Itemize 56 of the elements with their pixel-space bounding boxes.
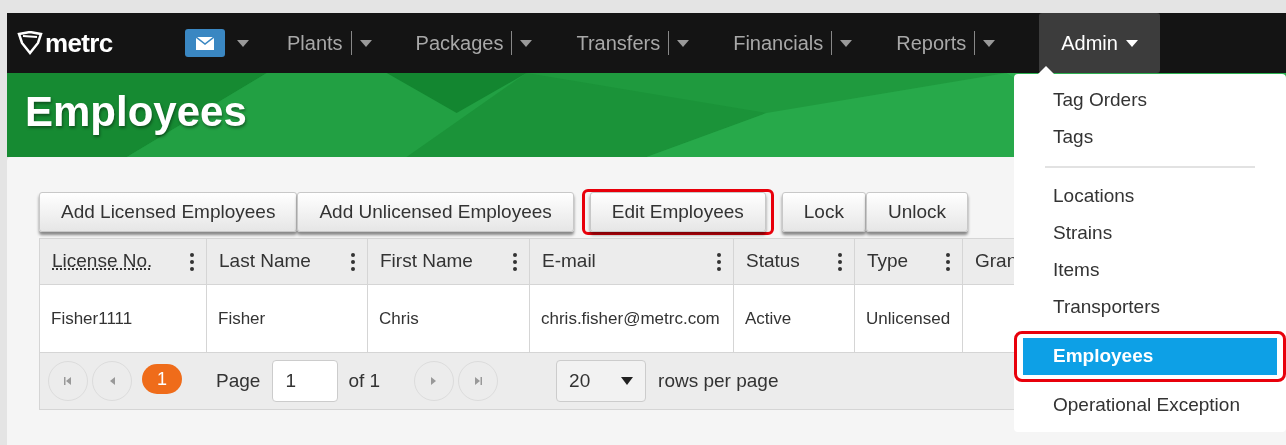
table-cell-text: Chris [379,307,419,330]
column-header[interactable]: E-mail [530,239,734,284]
dropdown-arrow-icon [621,377,634,385]
messages-button[interactable] [185,29,225,57]
caret-icon [983,39,996,47]
envelope-icon [196,36,214,50]
nav-menu[interactable]: Reports [896,31,976,55]
first-page-icon [63,376,73,386]
toolbar-button[interactable]: Edit Employees [589,192,766,232]
nav-menu[interactable]: Admin [1039,13,1160,73]
page-size-label: rows per page [658,368,779,393]
table-cell-text: Fisher [218,307,266,330]
nav-menu[interactable]: Plants [287,31,352,55]
toolbar-button[interactable]: Add Unlicensed Employees [297,192,574,232]
column-menu-icon[interactable] [513,252,517,271]
last-page-icon [473,376,484,386]
column-menu-icon[interactable] [717,252,721,271]
column-header[interactable]: Type [855,239,963,284]
caret-icon [677,39,690,47]
toolbar-button[interactable]: Add Licensed Employees [39,192,298,232]
column-header[interactable]: Last Name [207,239,368,284]
menu-item[interactable]: Strains [1023,215,1277,252]
column-menu-icon[interactable] [838,252,842,271]
page-size-select[interactable]: 20 [556,360,647,402]
caret-icon [359,39,372,47]
table-cell-text: Fisher1111 [51,307,133,330]
nav-menu[interactable]: Packages [415,31,513,55]
page-label: Page [216,368,261,393]
page-title: Employees [24,87,247,137]
column-header[interactable]: First Name [368,239,530,284]
column-menu-icon[interactable] [946,252,950,271]
toolbar-button[interactable]: Unlock [865,192,968,232]
nav-menu[interactable]: Financials [733,31,833,55]
menu-item[interactable]: Transporters [1023,289,1277,326]
column-header[interactable]: License No. [40,239,207,284]
table-cell-text: Active [745,307,792,330]
caret-icon [1125,39,1138,47]
menu-item[interactable]: Tag Orders [1023,82,1277,119]
logo-text: metrc [45,26,113,60]
logo-icon [17,31,43,55]
caret-icon [840,39,853,47]
menu-item[interactable]: Items [1023,252,1277,289]
caret-icon [237,39,249,47]
nav-menu[interactable]: Transfers [576,31,670,55]
menu-item[interactable]: Operational Exception [1023,387,1277,424]
page-input[interactable]: 1 [272,360,339,402]
table-cell-text: chris.fisher@metrc.com [541,307,720,330]
column-menu-icon[interactable] [190,252,194,271]
toolbar-button[interactable]: Lock [781,192,866,232]
page-count-label: of 1 [348,368,381,393]
column-menu-icon[interactable] [351,252,355,271]
table-cell-text: Unlicensed [866,307,951,330]
column-header[interactable]: Status [734,239,855,284]
caret-icon [520,39,533,47]
menu-item[interactable]: Tags [1023,119,1277,156]
menu-item[interactable]: Locations [1023,178,1277,215]
